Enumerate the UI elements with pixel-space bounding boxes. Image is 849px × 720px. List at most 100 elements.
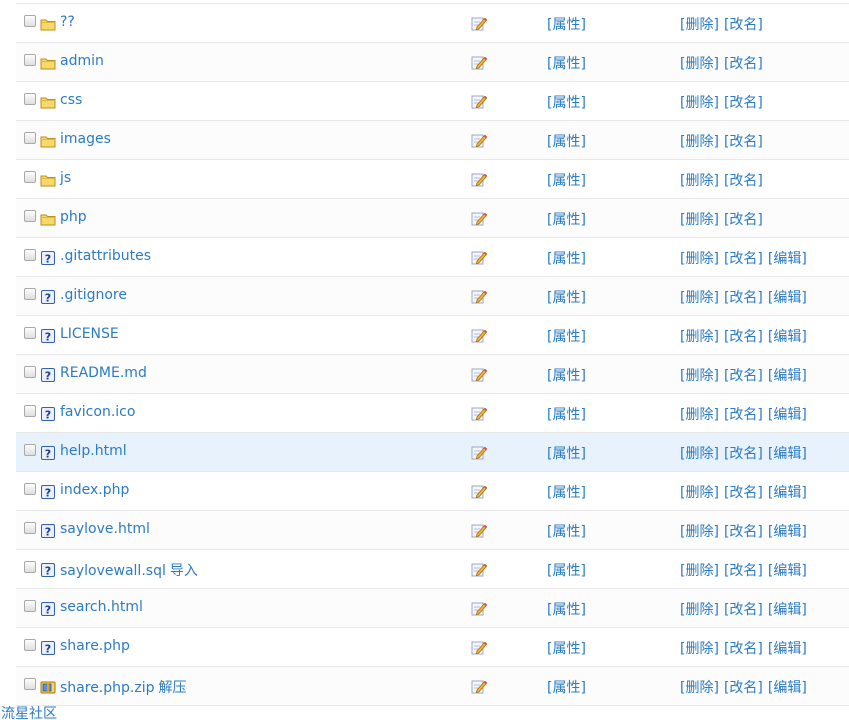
edit-link[interactable]: [编辑] — [768, 524, 807, 540]
delete-link[interactable]: [删除] — [680, 602, 719, 618]
delete-link[interactable]: [删除] — [680, 485, 719, 501]
file-action-extra-link[interactable]: 解压 — [158, 680, 186, 696]
pencil-edit-icon[interactable] — [471, 639, 488, 655]
row-checkbox[interactable] — [24, 483, 36, 495]
property-link[interactable]: [属性] — [547, 251, 586, 267]
rename-link[interactable]: [改名] — [724, 368, 763, 384]
rename-link[interactable]: [改名] — [724, 563, 763, 579]
rename-link[interactable]: [改名] — [724, 290, 763, 306]
file-name-link[interactable]: saylove.html — [60, 521, 150, 537]
file-name-link[interactable]: share.php.zip 解压 — [60, 677, 186, 697]
property-link[interactable]: [属性] — [547, 212, 586, 228]
edit-link[interactable]: [编辑] — [768, 290, 807, 306]
pencil-edit-icon[interactable] — [471, 171, 488, 187]
rename-link[interactable]: [改名] — [724, 95, 763, 111]
rename-link[interactable]: [改名] — [724, 602, 763, 618]
row-checkbox[interactable] — [24, 444, 36, 456]
edit-link[interactable]: [编辑] — [768, 563, 807, 579]
row-checkbox[interactable] — [24, 678, 36, 690]
pencil-edit-icon[interactable] — [471, 405, 488, 421]
row-checkbox[interactable] — [24, 54, 36, 66]
pencil-edit-icon[interactable] — [471, 54, 488, 70]
property-link[interactable]: [属性] — [547, 680, 586, 696]
row-checkbox[interactable] — [24, 366, 36, 378]
row-checkbox[interactable] — [24, 171, 36, 183]
pencil-edit-icon[interactable] — [471, 249, 488, 265]
pencil-edit-icon[interactable] — [471, 600, 488, 616]
delete-link[interactable]: [删除] — [680, 641, 719, 657]
edit-link[interactable]: [编辑] — [768, 251, 807, 267]
rename-link[interactable]: [改名] — [724, 56, 763, 72]
row-checkbox[interactable] — [24, 639, 36, 651]
delete-link[interactable]: [删除] — [680, 134, 719, 150]
rename-link[interactable]: [改名] — [724, 407, 763, 423]
rename-link[interactable]: [改名] — [724, 212, 763, 228]
pencil-edit-icon[interactable] — [471, 210, 488, 226]
property-link[interactable]: [属性] — [547, 173, 586, 189]
rename-link[interactable]: [改名] — [724, 251, 763, 267]
pencil-edit-icon[interactable] — [471, 561, 488, 577]
property-link[interactable]: [属性] — [547, 368, 586, 384]
rename-link[interactable]: [改名] — [724, 485, 763, 501]
pencil-edit-icon[interactable] — [471, 483, 488, 499]
property-link[interactable]: [属性] — [547, 641, 586, 657]
row-checkbox[interactable] — [24, 288, 36, 300]
property-link[interactable]: [属性] — [547, 524, 586, 540]
file-name-link[interactable]: images — [60, 131, 111, 147]
rename-link[interactable]: [改名] — [724, 134, 763, 150]
delete-link[interactable]: [删除] — [680, 329, 719, 345]
edit-link[interactable]: [编辑] — [768, 446, 807, 462]
row-checkbox[interactable] — [24, 210, 36, 222]
delete-link[interactable]: [删除] — [680, 251, 719, 267]
file-name-link[interactable]: .gitattributes — [60, 248, 151, 264]
rename-link[interactable]: [改名] — [724, 446, 763, 462]
pencil-edit-icon[interactable] — [471, 522, 488, 538]
row-checkbox[interactable] — [24, 93, 36, 105]
property-link[interactable]: [属性] — [547, 95, 586, 111]
property-link[interactable]: [属性] — [547, 329, 586, 345]
delete-link[interactable]: [删除] — [680, 17, 719, 33]
rename-link[interactable]: [改名] — [724, 641, 763, 657]
row-checkbox[interactable] — [24, 522, 36, 534]
property-link[interactable]: [属性] — [547, 446, 586, 462]
file-action-extra-link[interactable]: 导入 — [170, 563, 198, 579]
delete-link[interactable]: [删除] — [680, 95, 719, 111]
rename-link[interactable]: [改名] — [724, 173, 763, 189]
file-name-link[interactable]: saylovewall.sql 导入 — [60, 560, 198, 580]
property-link[interactable]: [属性] — [547, 602, 586, 618]
file-name-link[interactable]: ?? — [60, 14, 75, 30]
rename-link[interactable]: [改名] — [724, 329, 763, 345]
delete-link[interactable]: [删除] — [680, 290, 719, 306]
file-name-link[interactable]: php — [60, 209, 87, 225]
file-name-link[interactable]: .gitignore — [60, 287, 127, 303]
delete-link[interactable]: [删除] — [680, 56, 719, 72]
property-link[interactable]: [属性] — [547, 134, 586, 150]
rename-link[interactable]: [改名] — [724, 524, 763, 540]
pencil-edit-icon[interactable] — [471, 327, 488, 343]
row-checkbox[interactable] — [24, 600, 36, 612]
property-link[interactable]: [属性] — [547, 290, 586, 306]
delete-link[interactable]: [删除] — [680, 407, 719, 423]
row-checkbox[interactable] — [24, 132, 36, 144]
rename-link[interactable]: [改名] — [724, 17, 763, 33]
delete-link[interactable]: [删除] — [680, 680, 719, 696]
property-link[interactable]: [属性] — [547, 56, 586, 72]
delete-link[interactable]: [删除] — [680, 446, 719, 462]
file-name-link[interactable]: LICENSE — [60, 326, 119, 342]
pencil-edit-icon[interactable] — [471, 93, 488, 109]
property-link[interactable]: [属性] — [547, 563, 586, 579]
pencil-edit-icon[interactable] — [471, 288, 488, 304]
file-name-link[interactable]: help.html — [60, 443, 127, 459]
file-name-link[interactable]: favicon.ico — [60, 404, 135, 420]
pencil-edit-icon[interactable] — [471, 444, 488, 460]
delete-link[interactable]: [删除] — [680, 212, 719, 228]
property-link[interactable]: [属性] — [547, 17, 586, 33]
pencil-edit-icon[interactable] — [471, 678, 488, 694]
delete-link[interactable]: [删除] — [680, 524, 719, 540]
delete-link[interactable]: [删除] — [680, 563, 719, 579]
row-checkbox[interactable] — [24, 15, 36, 27]
footer-community-link[interactable]: 流星社区 — [1, 703, 57, 720]
edit-link[interactable]: [编辑] — [768, 407, 807, 423]
file-name-link[interactable]: css — [60, 92, 82, 108]
row-checkbox[interactable] — [24, 561, 36, 573]
